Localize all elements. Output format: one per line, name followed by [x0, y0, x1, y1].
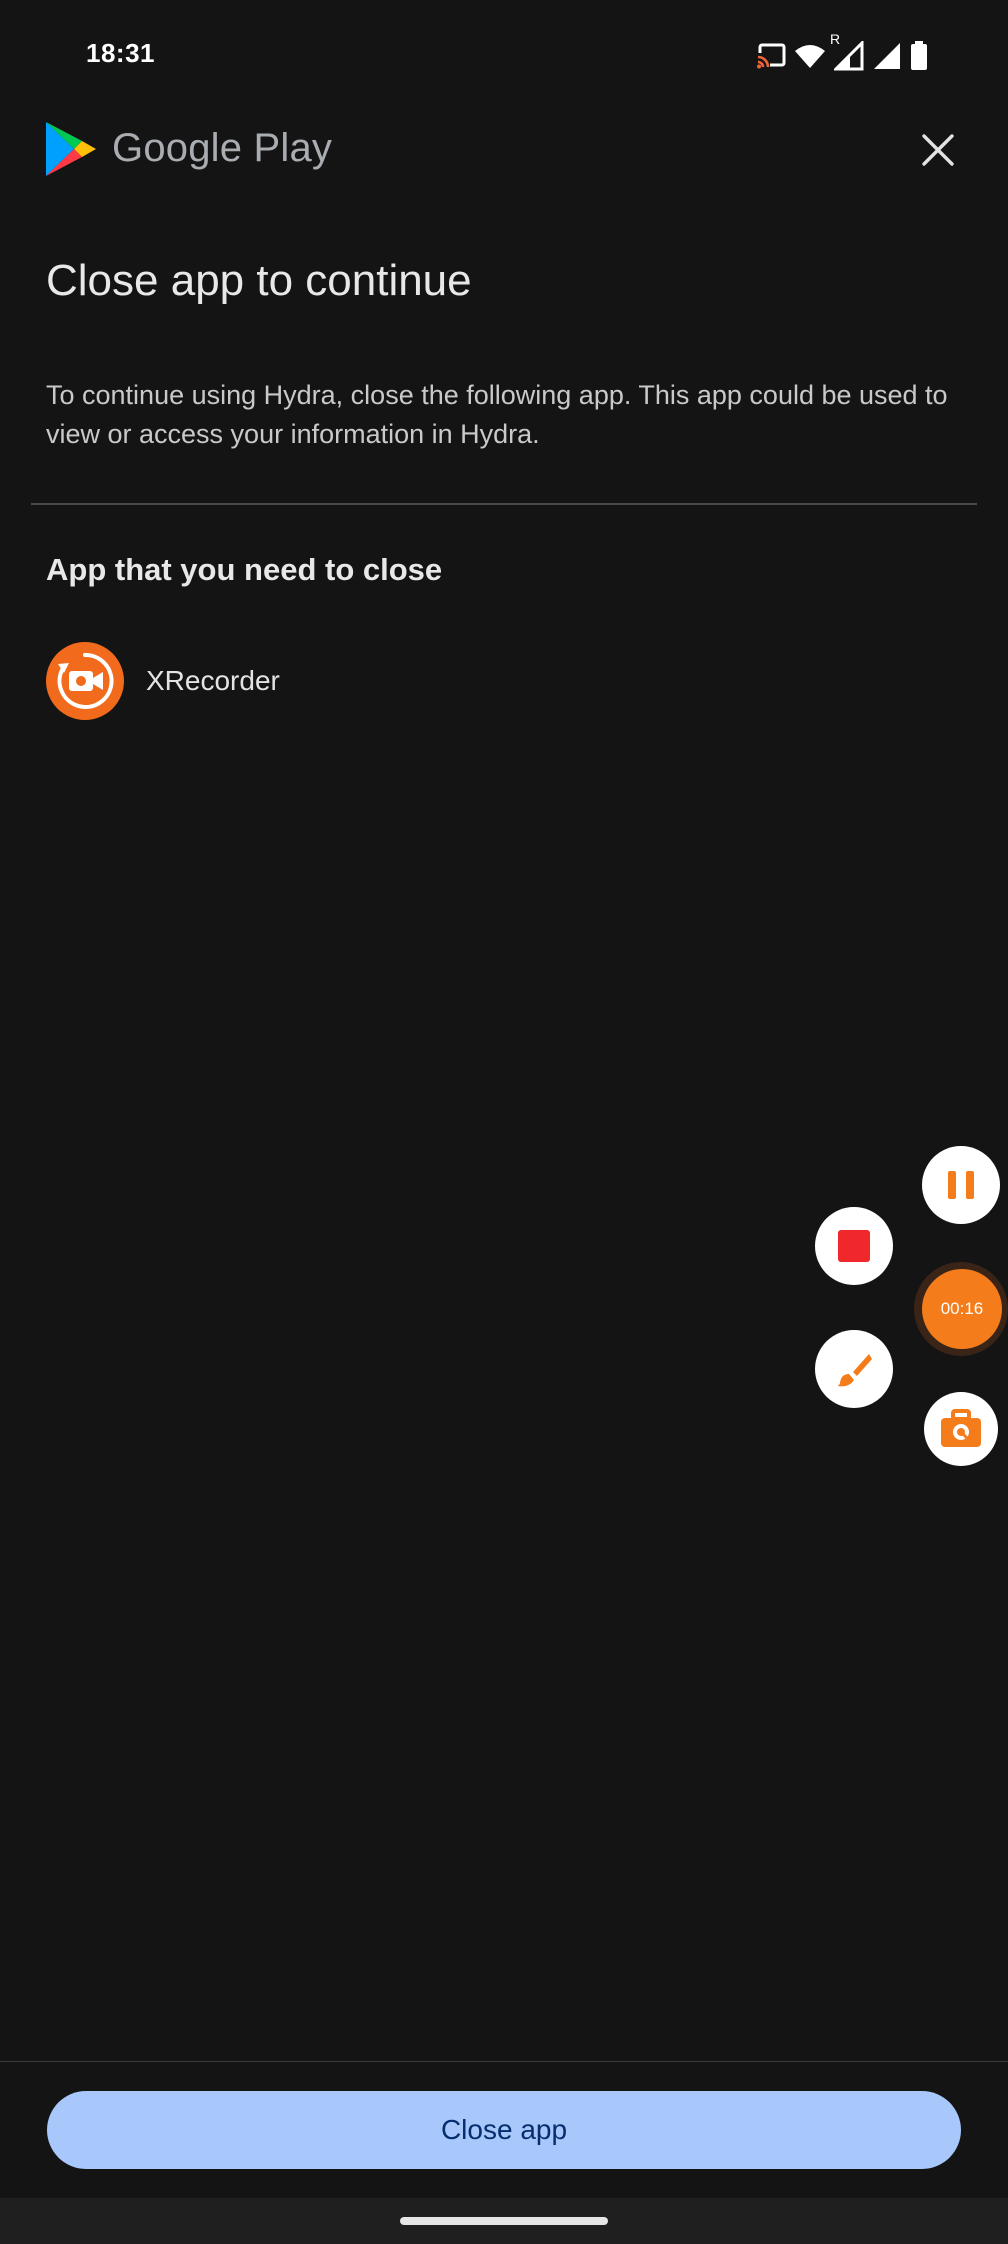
- close-icon[interactable]: [916, 128, 960, 172]
- divider: [31, 503, 977, 505]
- section-heading: App that you need to close: [46, 552, 443, 587]
- brush-icon: [837, 1354, 872, 1387]
- pause-button[interactable]: [922, 1146, 1000, 1224]
- stop-button[interactable]: [815, 1207, 893, 1285]
- xrecorder-icon: [46, 642, 124, 720]
- brush-button[interactable]: [815, 1330, 893, 1408]
- signal-roaming-icon: R: [830, 31, 864, 71]
- roaming-label: R: [830, 31, 841, 47]
- bottom-divider: [0, 2061, 1008, 2062]
- app-list-item[interactable]: XRecorder: [46, 642, 280, 720]
- home-indicator[interactable]: [400, 2217, 608, 2225]
- recorder-timer[interactable]: 00:16: [922, 1269, 1002, 1349]
- battery-icon: [911, 41, 927, 70]
- toolbox-button[interactable]: [924, 1392, 998, 1466]
- google-play-logo: [46, 122, 96, 176]
- wifi-icon: [795, 45, 825, 68]
- cast-icon: [756, 43, 786, 69]
- pause-icon: [948, 1171, 974, 1199]
- google-play-title: Google Play: [112, 126, 333, 170]
- status-time: 18:31: [86, 38, 155, 68]
- close-app-button[interactable]: Close app: [47, 2091, 961, 2169]
- status-icons: R: [756, 31, 928, 74]
- stop-icon: [838, 1230, 870, 1262]
- page-title: Close app to continue: [46, 256, 472, 305]
- description-text: To continue using Hydra, close the follo…: [46, 380, 948, 449]
- signal-icon: [874, 43, 900, 69]
- app-name: XRecorder: [146, 665, 280, 696]
- toolbox-icon: [941, 1409, 981, 1447]
